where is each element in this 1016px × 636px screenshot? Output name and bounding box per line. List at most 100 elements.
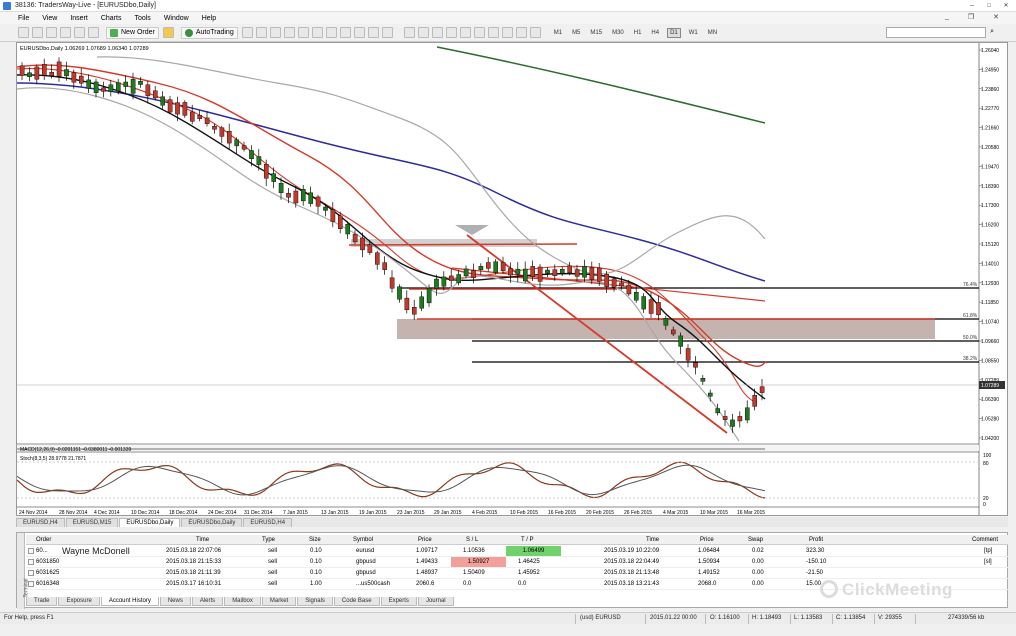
candle-body — [123, 81, 128, 87]
menu-view[interactable]: View — [42, 15, 57, 22]
col-price[interactable]: Price — [418, 537, 432, 543]
minimize-icon[interactable]: ─ — [964, 1, 980, 10]
timeframe-m5[interactable]: M5 — [570, 29, 582, 37]
maximize-icon[interactable]: □ — [981, 1, 997, 10]
tile-windows-icon[interactable] — [311, 27, 323, 38]
timeframe-m1[interactable]: M1 — [552, 29, 564, 37]
search-input[interactable] — [886, 27, 986, 38]
terminal-icon[interactable] — [88, 27, 99, 38]
table-row[interactable]: 6031850 2015.03.18 21:15:33 sell 0.10 gbpusd… — [26, 557, 1008, 568]
candlestick-icon[interactable] — [255, 27, 267, 38]
red-resistance-line[interactable] — [348, 243, 578, 246]
text-icon[interactable] — [501, 27, 513, 38]
autotrading-button[interactable]: AutoTrading — [180, 26, 238, 39]
vertical-line-icon[interactable] — [431, 27, 443, 38]
table-cell: 1.00 — [310, 581, 322, 587]
tab-journal[interactable]: Journal — [417, 597, 454, 606]
candle-body — [611, 278, 617, 288]
chart-tab-eurusd-h4[interactable]: EURUSD,H4 — [16, 518, 65, 527]
tab-trade[interactable]: Trade — [26, 597, 58, 606]
col-close-time[interactable]: Time — [646, 537, 659, 543]
menu-charts[interactable]: Charts — [101, 15, 122, 22]
tab-code-base[interactable]: Code Base — [333, 597, 380, 606]
menu-file[interactable]: File — [18, 15, 29, 22]
data-window-icon[interactable] — [60, 27, 71, 38]
menu-insert[interactable]: Insert — [70, 15, 88, 22]
tab-exposure[interactable]: Exposure — [58, 597, 100, 606]
tab-mailbox[interactable]: Mailbox — [224, 597, 261, 606]
line-chart-icon[interactable] — [269, 27, 281, 38]
zoom-in-icon[interactable] — [283, 27, 295, 38]
chart-window[interactable]: 76.4% 61.8% 50.0% 38.2% EURUSDbo,Daily 1… — [16, 42, 1008, 516]
col-close-price[interactable]: Price — [700, 537, 714, 543]
new-chart-icon[interactable] — [18, 27, 29, 38]
search-icon[interactable]: ⌕ — [990, 28, 994, 36]
menu-window[interactable]: Window — [164, 15, 189, 22]
price-chart[interactable]: 76.4% 61.8% 50.0% 38.2% EURUSDbo,Daily 1… — [16, 43, 1007, 516]
timeframe-w1[interactable]: W1 — [687, 29, 700, 37]
autoscroll-icon[interactable] — [325, 27, 337, 38]
trendline-icon[interactable] — [459, 27, 471, 38]
mdi-close-icon[interactable]: ✕ — [993, 13, 999, 21]
chart-tab-eurusd-h4-2[interactable]: EURUSD,H4 — [243, 518, 293, 527]
chart-tab-eurusdbo-daily[interactable]: EURUSDbo,Daily — [119, 518, 181, 527]
mdi-minimize-icon[interactable]: _ — [945, 13, 949, 21]
timeframe-h4[interactable]: H4 — [649, 29, 661, 37]
close-icon[interactable]: ✕ — [998, 1, 1014, 10]
mdi-restore-icon[interactable]: ❐ — [968, 13, 974, 21]
col-tp[interactable]: T / P — [521, 537, 534, 543]
timeframe-h1[interactable]: H1 — [632, 29, 644, 37]
shapes-icon[interactable] — [529, 27, 541, 38]
templates-icon[interactable] — [381, 27, 393, 38]
bar-chart-icon[interactable] — [241, 27, 253, 38]
candle-body — [226, 130, 232, 144]
chart-tab-eurusd-m15[interactable]: EURUSD,M15 — [65, 518, 119, 527]
order-icon — [28, 581, 34, 587]
profiles-icon[interactable] — [32, 27, 43, 38]
table-cell: 0.0 — [518, 581, 527, 587]
col-comment[interactable]: Comment — [972, 537, 998, 543]
label-icon[interactable] — [515, 27, 527, 38]
table-row[interactable]: 60... 2015.03.18 22:07:06 sell 0.10 eurusd 1.… — [26, 546, 1008, 557]
menu-help[interactable]: Help — [202, 15, 216, 22]
indicators-icon[interactable] — [353, 27, 365, 38]
col-type[interactable]: Type — [262, 537, 275, 543]
new-order-button[interactable]: New Order — [106, 26, 159, 39]
timeframe-m30[interactable]: M30 — [610, 29, 626, 37]
tab-signals[interactable]: Signals — [297, 597, 333, 606]
timeframe-m15[interactable]: M15 — [588, 29, 604, 37]
equidistant-channel-icon[interactable] — [473, 27, 485, 38]
horizontal-line-icon[interactable] — [445, 27, 457, 38]
timeframe-mn[interactable]: MN — [706, 29, 719, 37]
col-order[interactable]: Order — [36, 537, 51, 543]
tab-experts[interactable]: Experts — [380, 597, 417, 606]
metaeditor-icon[interactable] — [162, 27, 174, 38]
cursor-icon[interactable] — [403, 27, 415, 38]
col-time[interactable]: Time — [196, 537, 209, 543]
chart-shift-icon[interactable] — [339, 27, 351, 38]
col-profit[interactable]: Profit — [809, 537, 823, 543]
candle-body — [256, 156, 262, 165]
tab-alerts[interactable]: Alerts — [191, 597, 224, 606]
table-row[interactable]: 6031625 2015.03.18 21:11:39 sell 0.10 gbpusd… — [26, 568, 1008, 579]
crosshair-icon[interactable] — [417, 27, 429, 38]
periods-icon[interactable] — [367, 27, 379, 38]
tab-market[interactable]: Market — [261, 597, 297, 606]
zoom-out-icon[interactable] — [297, 27, 309, 38]
status-bar: For Help, press F1 (usd) EURUSD 2015.01.… — [0, 612, 1016, 624]
tab-account-history[interactable]: Account History — [100, 597, 159, 606]
app-logo-icon — [3, 2, 11, 10]
market-watch-icon[interactable] — [46, 27, 57, 38]
col-size[interactable]: Size — [309, 537, 321, 543]
chart-tab-eurusdbo-daily-2[interactable]: EURUSDbo,Daily — [181, 518, 243, 527]
col-swap[interactable]: Swap — [748, 537, 763, 543]
navigator-icon[interactable] — [74, 27, 85, 38]
tab-news[interactable]: News — [159, 597, 191, 606]
fibonacci-icon[interactable] — [487, 27, 499, 38]
table-cell: 1.50927 — [451, 557, 506, 567]
menu-tools[interactable]: Tools — [134, 15, 150, 22]
col-sl[interactable]: S / L — [466, 537, 478, 543]
table-cell: 0.10 — [310, 570, 322, 576]
col-symbol[interactable]: Symbol — [353, 537, 373, 543]
timeframe-d1[interactable]: D1 — [667, 27, 681, 38]
